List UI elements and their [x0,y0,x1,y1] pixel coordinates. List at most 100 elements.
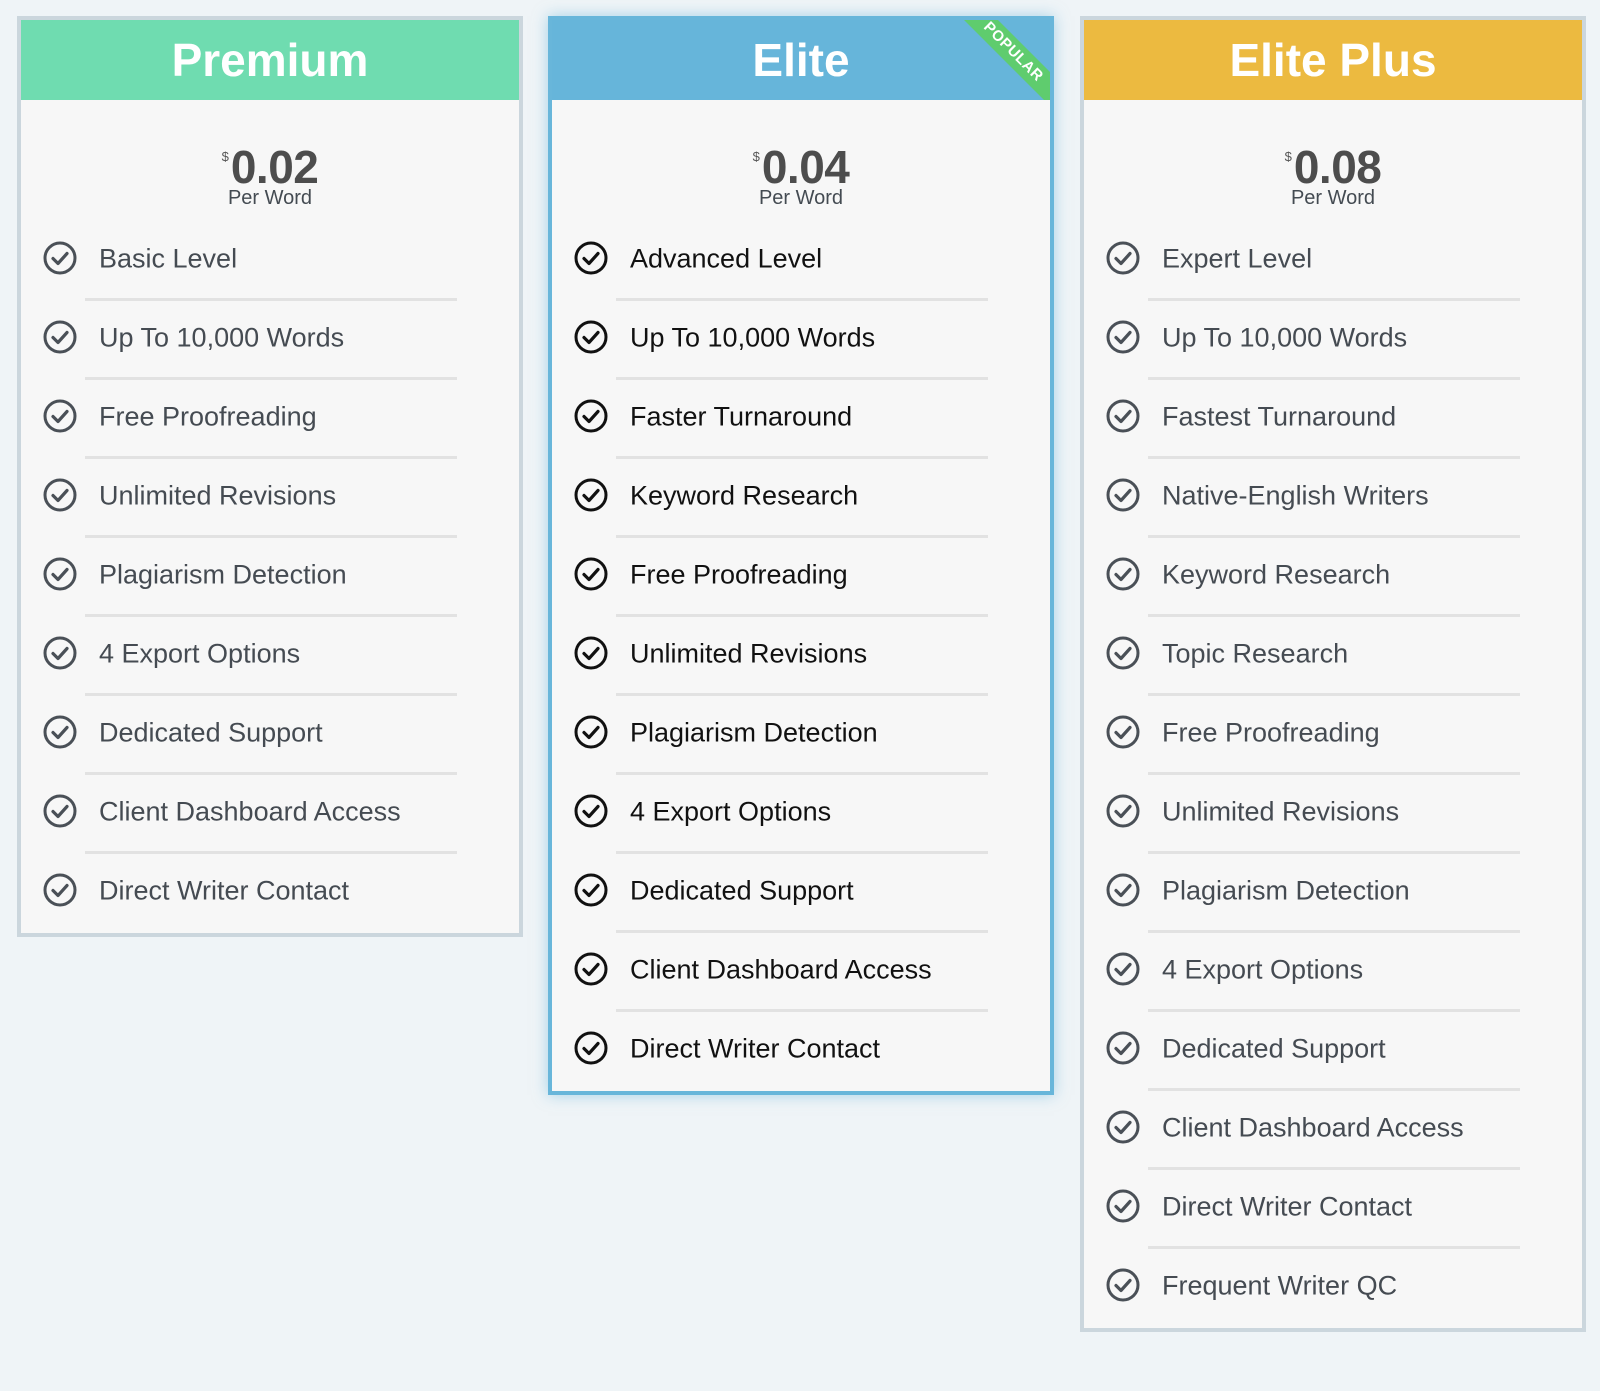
check-circle-icon [43,320,77,353]
feature-label: Advanced Level [630,242,823,273]
feature-label: 4 Export Options [630,795,832,826]
feature-label: Direct Writer Contact [99,874,350,905]
feature-item: Keyword Research [552,459,1050,538]
feature-list: Expert Level Up To 10,000 Words Fastest Tu… [1084,222,1582,1328]
feature-label: Free Proofreading [630,558,848,589]
currency-symbol: $ [1284,149,1292,164]
feature-item: Client Dashboard Access [552,933,1050,1012]
price-amount: 0.04 [761,141,850,193]
feature-label: Plagiarism Detection [1162,874,1410,905]
price-amount: 0.08 [1293,141,1382,193]
price-block: $ 0.08 Per Word [1084,100,1582,222]
check-circle-icon [574,1031,608,1064]
check-circle-icon [574,478,608,511]
check-circle-icon [1106,715,1140,748]
plan-name: Elite [752,34,850,86]
check-circle-icon [1106,873,1140,906]
feature-label: Faster Turnaround [630,400,853,431]
feature-item: Fastest Turnaround [1084,380,1582,459]
feature-item: Dedicated Support [21,696,519,775]
price-amount: 0.02 [230,141,319,193]
feature-item: Free Proofreading [1084,696,1582,775]
check-circle-icon [1106,320,1140,353]
check-circle-icon [574,320,608,353]
feature-label: Unlimited Revisions [630,637,868,668]
check-circle-icon [1106,478,1140,511]
feature-label: Frequent Writer QC [1162,1269,1398,1300]
feature-label: Unlimited Revisions [99,479,337,510]
check-circle-icon [43,794,77,827]
price-unit: Per Word [227,187,313,209]
check-circle-icon [43,478,77,511]
feature-label: Expert Level [1162,242,1313,273]
check-circle-icon [1106,1268,1140,1301]
check-circle-icon [43,241,77,274]
feature-label: Up To 10,000 Words [99,321,345,352]
feature-item: Up To 10,000 Words [552,301,1050,380]
check-circle-icon [574,715,608,748]
check-circle-icon [1106,1110,1140,1143]
feature-item: Expert Level [1084,222,1582,301]
feature-label: Up To 10,000 Words [1162,321,1408,352]
feature-label: Plagiarism Detection [630,716,878,747]
price-block: $ 0.04 Per Word [552,100,1050,222]
feature-label: Dedicated Support [1162,1032,1386,1063]
feature-label: Keyword Research [630,479,859,510]
check-circle-icon [43,873,77,906]
feature-label: Free Proofreading [1162,716,1380,747]
check-circle-icon [1106,794,1140,827]
pricing-card-elite[interactable]: Elite POPULAR $ 0.04 Per Word Advanced L… [548,16,1054,1095]
feature-label: Client Dashboard Access [99,795,401,826]
feature-item: Keyword Research [1084,538,1582,617]
feature-item: Client Dashboard Access [1084,1091,1582,1170]
feature-label: Unlimited Revisions [1162,795,1400,826]
check-circle-icon [1106,241,1140,274]
feature-label: Client Dashboard Access [630,953,932,984]
feature-label: Plagiarism Detection [99,558,347,589]
feature-item: Plagiarism Detection [21,538,519,617]
price-unit: Per Word [1290,187,1376,209]
feature-label: Topic Research [1162,637,1349,668]
feature-item: Free Proofreading [552,538,1050,617]
feature-item: Direct Writer Contact [21,854,519,933]
feature-label: Dedicated Support [630,874,854,905]
feature-label: 4 Export Options [1162,953,1364,984]
check-circle-icon [1106,636,1140,669]
feature-item: Frequent Writer QC [1084,1249,1582,1328]
check-circle-icon [1106,952,1140,985]
feature-item: Up To 10,000 Words [21,301,519,380]
plan-name: Elite Plus [1229,34,1437,86]
pricing-card-premium[interactable]: Premium $ 0.02 Per Word Basic Level Up To… [17,16,523,937]
pricing-card-elite-plus[interactable]: Elite Plus $ 0.08 Per Word Expert Level U… [1080,16,1586,1332]
feature-item: Unlimited Revisions [1084,775,1582,854]
check-circle-icon [1106,399,1140,432]
feature-item: Unlimited Revisions [21,459,519,538]
check-circle-icon [1106,557,1140,590]
feature-item: Client Dashboard Access [21,775,519,854]
plan-header: Elite POPULAR [552,20,1050,100]
check-circle-icon [574,557,608,590]
feature-item: Faster Turnaround [552,380,1050,459]
popular-ribbon-badge: POPULAR [951,20,1050,100]
check-circle-icon [1106,1189,1140,1222]
feature-label: Up To 10,000 Words [630,321,876,352]
feature-item: Plagiarism Detection [552,696,1050,775]
feature-item: Unlimited Revisions [552,617,1050,696]
plan-name: Premium [171,34,369,86]
feature-item: Up To 10,000 Words [1084,301,1582,380]
check-circle-icon [43,399,77,432]
feature-label: Basic Level [99,242,238,273]
plan-header: Elite Plus [1084,20,1582,100]
feature-item: 4 Export Options [552,775,1050,854]
feature-item: 4 Export Options [1084,933,1582,1012]
feature-label: Keyword Research [1162,558,1391,589]
feature-item: Basic Level [21,222,519,301]
feature-item: Dedicated Support [552,854,1050,933]
check-circle-icon [574,399,608,432]
feature-item: Native-English Writers [1084,459,1582,538]
check-circle-icon [43,636,77,669]
check-circle-icon [43,715,77,748]
check-circle-icon [574,794,608,827]
feature-item: Direct Writer Contact [1084,1170,1582,1249]
feature-label: Dedicated Support [99,716,323,747]
